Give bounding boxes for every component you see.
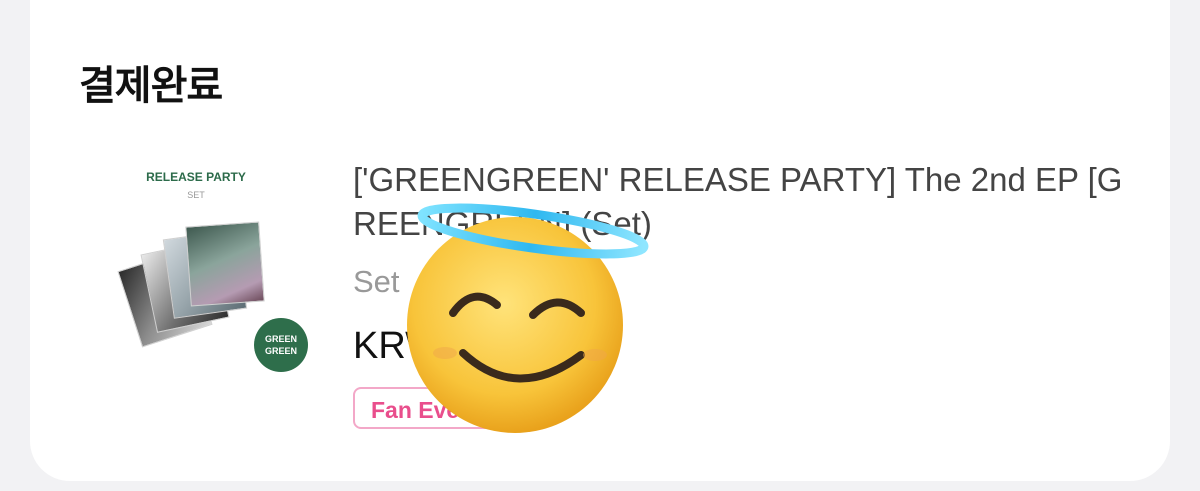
thumbnail-title: RELEASE PARTY (146, 170, 246, 184)
badge-line: GREEN (264, 346, 297, 356)
smiling-face-with-halo-icon (407, 203, 649, 433)
product-option: Set (353, 264, 400, 299)
order-status-title: 결제완료 (79, 63, 223, 109)
album-stack-image (117, 220, 276, 350)
album-cover (185, 221, 265, 307)
badge-line: GREEN (264, 334, 297, 344)
thumbnail-subtitle: SET (187, 190, 205, 200)
greengreen-logo-badge: GREEN GREEN (254, 318, 308, 372)
product-thumbnail[interactable]: RELEASE PARTY SET GREEN GREEN (108, 150, 308, 380)
